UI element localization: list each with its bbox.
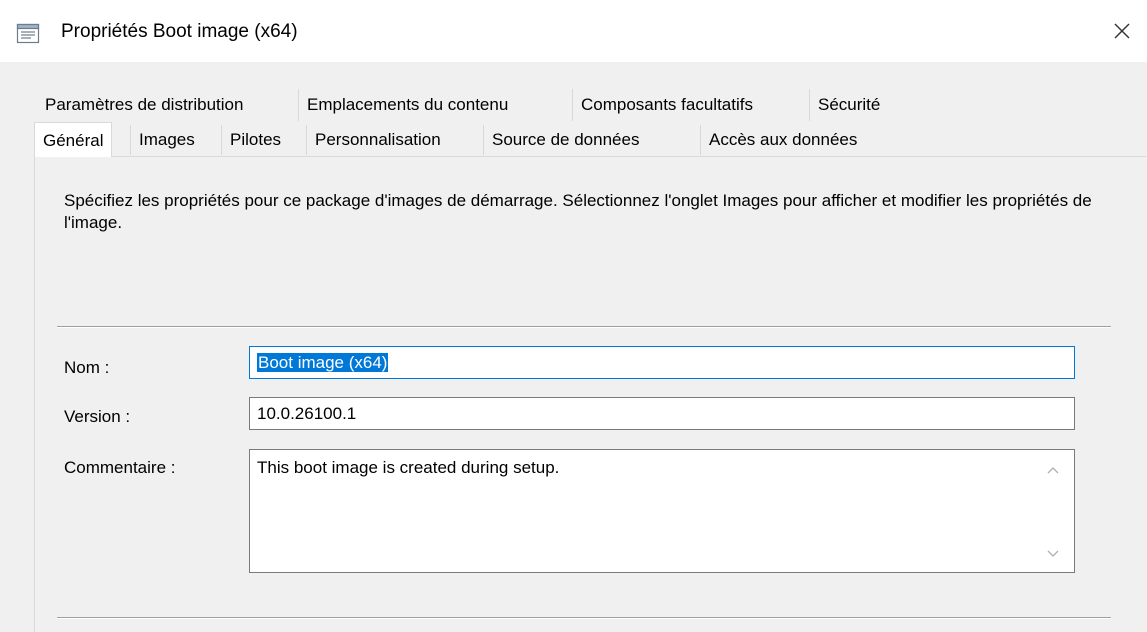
version-input-value: 10.0.26100.1	[257, 404, 357, 423]
tab-images[interactable]: Images	[130, 125, 203, 155]
name-input[interactable]: Boot image (x64)	[249, 346, 1075, 379]
chevron-up-icon	[1047, 467, 1059, 474]
tab-personnalisation[interactable]: Personnalisation	[306, 125, 449, 155]
version-input[interactable]: 10.0.26100.1	[249, 397, 1075, 430]
title-bar: Propriétés Boot image (x64)	[0, 0, 1147, 62]
tab-parametres-de-distribution[interactable]: Paramètres de distribution	[37, 89, 252, 121]
comment-textarea-value: This boot image is created during setup.	[257, 458, 560, 477]
tab-acces-aux-donnees[interactable]: Accès aux données	[700, 125, 866, 155]
name-input-value: Boot image (x64)	[257, 353, 389, 372]
tab-source-de-donnees[interactable]: Source de données	[483, 125, 648, 155]
separator-top	[57, 326, 1111, 328]
panel-description: Spécifiez les propriétés pour ce package…	[64, 191, 1092, 232]
close-icon	[1114, 23, 1130, 39]
tab-composants-facultatifs[interactable]: Composants facultatifs	[572, 89, 761, 121]
comment-textarea[interactable]: This boot image is created during setup.	[249, 449, 1075, 573]
window-title: Propriétés Boot image (x64)	[61, 21, 298, 42]
separator-bottom	[57, 617, 1111, 619]
chevron-down-icon	[1047, 550, 1059, 557]
version-label: Version :	[64, 407, 131, 426]
name-label: Nom :	[64, 358, 110, 377]
scroll-down-button[interactable]	[1042, 544, 1064, 564]
tab-general[interactable]: Général	[34, 122, 113, 158]
properties-window-icon	[16, 23, 40, 44]
tab-securite[interactable]: Sécurité	[809, 89, 889, 121]
comment-label: Commentaire :	[64, 458, 176, 477]
close-button[interactable]	[1102, 13, 1142, 49]
scroll-up-button[interactable]	[1042, 460, 1064, 480]
tab-emplacements-du-contenu[interactable]: Emplacements du contenu	[298, 89, 517, 121]
tab-pilotes[interactable]: Pilotes	[221, 125, 290, 155]
